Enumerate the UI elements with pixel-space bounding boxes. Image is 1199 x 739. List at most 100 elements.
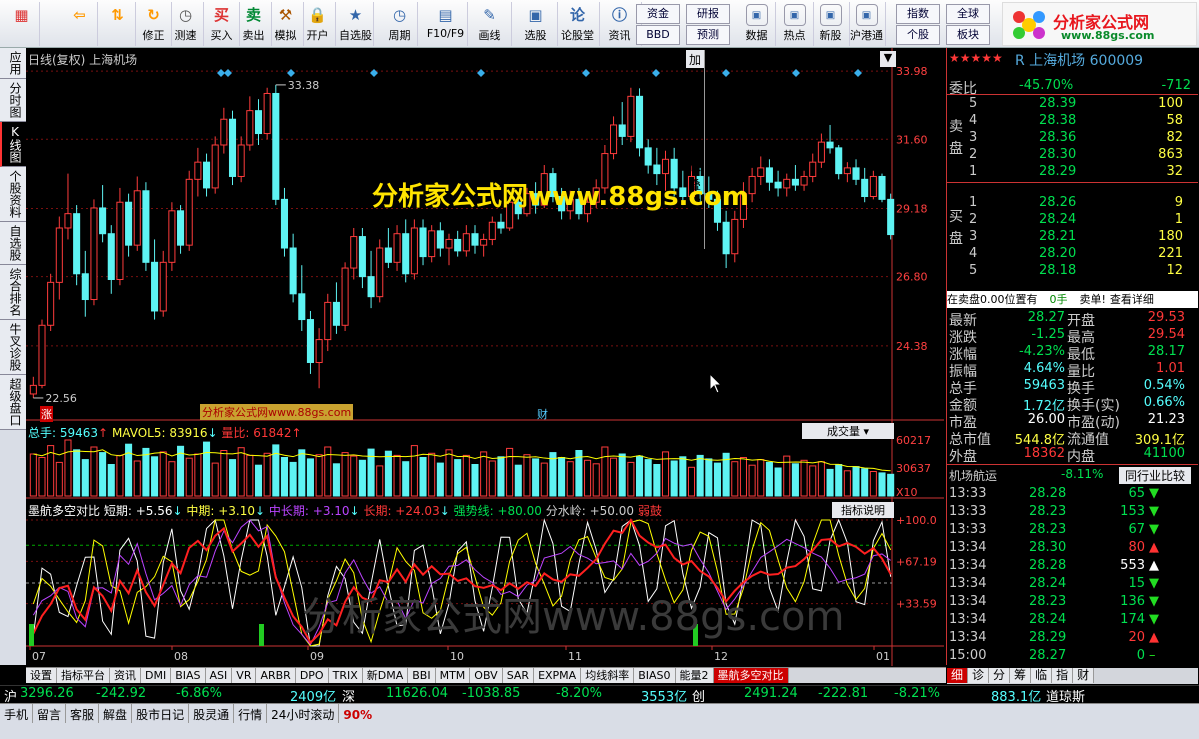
bottom-link-1[interactable]: 留言 xyxy=(33,704,67,725)
indicator-tab-7[interactable]: ARBR xyxy=(256,668,296,683)
volume-bar xyxy=(800,459,808,497)
bid-price[interactable]: 28.26 xyxy=(1039,195,1076,212)
chart-top-button-1[interactable]: 均线 xyxy=(686,103,706,139)
pe-icon: ▣ xyxy=(745,4,768,26)
left-tab-3[interactable]: 个股资料 xyxy=(0,167,26,222)
toolbar-clock-button[interactable]: ◷ 测速 xyxy=(168,2,204,46)
left-tab-0[interactable]: 应用 xyxy=(0,48,26,79)
chart-top-button-5[interactable]: 预测 xyxy=(686,213,706,249)
right-tab-6[interactable]: 财 xyxy=(1073,668,1095,683)
right-tab-3[interactable]: 筹 xyxy=(1010,668,1032,683)
ask-price[interactable]: 28.30 xyxy=(1039,147,1076,164)
toolbar-button-label: 沪港通 xyxy=(850,29,883,42)
indicator-tab-1[interactable]: 指标平台 xyxy=(57,668,110,683)
indicator-tab-10[interactable]: 新DMA xyxy=(362,668,409,683)
indicator-tab-14[interactable]: SAR xyxy=(502,668,535,683)
toolbar-star-button[interactable]: ★ 自选股 xyxy=(338,2,374,46)
bid-price[interactable]: 28.24 xyxy=(1039,212,1076,229)
ask-price[interactable]: 28.39 xyxy=(1039,96,1076,113)
ask-price[interactable]: 28.38 xyxy=(1039,113,1076,130)
toolbar-grid-button[interactable]: ▦ xyxy=(4,2,40,46)
pen-icon: ✎ xyxy=(483,6,496,24)
price-axis-label: 24.38 xyxy=(896,340,928,353)
industry-compare-button[interactable]: 同行业比较 xyxy=(1119,467,1192,484)
bid-price[interactable]: 28.21 xyxy=(1039,229,1076,246)
indicator-tab-2[interactable]: 资讯 xyxy=(110,668,141,683)
bottom-link-0[interactable]: 手机 xyxy=(0,704,34,725)
indicator-tab-13[interactable]: OBV xyxy=(470,668,503,683)
toolbar-forum-button[interactable]: 论论股堂 xyxy=(556,2,600,46)
small-button-2[interactable]: BBD xyxy=(636,25,680,45)
chevron-down-icon[interactable]: ▼ xyxy=(880,51,896,67)
toolbar-pe-button[interactable]: ▣ 数据 xyxy=(738,2,776,46)
chart-top-button-2[interactable]: 复权 xyxy=(686,139,706,175)
bottom-link-2[interactable]: 客服 xyxy=(66,704,100,725)
bottom-link-5[interactable]: 股灵通 xyxy=(189,704,235,725)
toolbar-f10-button[interactable]: ▤ F10/F9 xyxy=(424,2,468,46)
volume-bar xyxy=(185,457,193,497)
small-button-4[interactable]: 指数 xyxy=(896,4,940,24)
ask-price[interactable]: 28.29 xyxy=(1039,164,1076,181)
toolbar-pen-button[interactable]: ✎ 画线 xyxy=(468,2,512,46)
left-tab-1[interactable]: 分时图 xyxy=(0,79,26,122)
right-tab-1[interactable]: 诊 xyxy=(968,668,990,683)
indicator-tab-4[interactable]: BIAS xyxy=(171,668,206,683)
left-tab-5[interactable]: 综合排名 xyxy=(0,265,26,320)
indicator-tab-12[interactable]: MTM xyxy=(435,668,471,683)
indicator-tab-11[interactable]: BBI xyxy=(408,668,436,683)
indicator-tab-5[interactable]: ASI xyxy=(205,668,233,683)
indicator-help-button[interactable]: 指标说明 xyxy=(832,502,894,518)
toolbar-newstock-button[interactable]: ▣ 新股 xyxy=(812,2,850,46)
bottom-link-3[interactable]: 解盘 xyxy=(99,704,133,725)
bid-price[interactable]: 28.18 xyxy=(1039,263,1076,280)
view-detail-link[interactable]: 查看详细 xyxy=(1110,293,1154,306)
left-tab-6[interactable]: 牛叉诊股 xyxy=(0,320,26,375)
right-tab-5[interactable]: 指 xyxy=(1052,668,1074,683)
indicator-tab-3[interactable]: DMI xyxy=(141,668,172,683)
indicator-tab-0[interactable]: 设置 xyxy=(26,668,57,683)
toolbar-up-down-button[interactable]: ⇅ xyxy=(100,2,136,46)
bottom-link-4[interactable]: 股市日记 xyxy=(132,704,190,725)
indicator-tab-19[interactable]: 墨航多空对比 xyxy=(713,668,789,683)
small-button-7[interactable]: 板块 xyxy=(946,25,990,45)
newstock-icon: ▣ xyxy=(819,4,842,26)
left-tab-4[interactable]: 自选股 xyxy=(0,222,26,265)
right-tab-0[interactable]: 细 xyxy=(947,668,969,683)
toolbar-refresh-button[interactable]: ↻ 修正 xyxy=(136,2,172,46)
indicator-tab-8[interactable]: DPO xyxy=(295,668,329,683)
indicator-tab-15[interactable]: EXPMA xyxy=(534,668,582,683)
kline-chart[interactable]: 33.98 31.60 29.18 26.80 24.38 33.38 22.56 60217… xyxy=(26,48,944,666)
volume-dropdown[interactable]: 成交量 ▾ xyxy=(802,423,894,439)
indicator-tab-17[interactable]: BIAS0 xyxy=(634,668,676,683)
toolbar-hammer-button[interactable]: ⚒ 模拟 xyxy=(268,2,304,46)
toolbar-select-button[interactable]: ▣ 选股 xyxy=(514,2,558,46)
right-tab-4[interactable]: 临 xyxy=(1031,668,1053,683)
small-button-5[interactable]: 全球 xyxy=(946,4,990,24)
indicator-tab-16[interactable]: 均线斜率 xyxy=(581,668,635,683)
toolbar-shhk-button[interactable]: ▣ 沪港通 xyxy=(848,2,886,46)
small-button-6[interactable]: 个股 xyxy=(896,25,940,45)
down-arrow-icon: ▼ xyxy=(1149,576,1159,591)
left-tab-7[interactable]: 超级盘口 xyxy=(0,375,26,430)
small-button-3[interactable]: 预测 xyxy=(686,25,730,45)
chart-top-button-0[interactable]: 加自选 xyxy=(686,50,706,103)
small-button-0[interactable]: 资金 xyxy=(636,4,680,24)
right-tab-2[interactable]: 分 xyxy=(989,668,1011,683)
left-tab-2[interactable]: K线图 xyxy=(0,122,26,167)
toolbar-hot-button[interactable]: ▣ 热点 xyxy=(776,2,814,46)
indicator-tab-18[interactable]: 能量2 xyxy=(675,668,714,683)
toolbar-buy-button[interactable]: 买买入 xyxy=(204,2,240,46)
bottom-link-6[interactable]: 行情 xyxy=(234,704,268,725)
indicator-tab-9[interactable]: TRIX xyxy=(328,668,363,683)
toolbar-clock-button[interactable]: ◷ 周期 xyxy=(382,2,418,46)
bid-price[interactable]: 28.20 xyxy=(1039,246,1076,263)
toolbar-sell-button[interactable]: 卖卖出 xyxy=(236,2,272,46)
toolbar-back-arrow-button[interactable]: ⇦ xyxy=(62,2,98,46)
bottom-link-7[interactable]: 24小时滚动 xyxy=(267,704,340,725)
toolbar-lock-button[interactable]: 🔒 开户 xyxy=(300,2,336,46)
ask-price[interactable]: 28.36 xyxy=(1039,130,1076,147)
volume-bar xyxy=(653,464,661,497)
tick-time: 13:33 xyxy=(949,486,987,501)
small-button-1[interactable]: 研报 xyxy=(686,4,730,24)
indicator-tab-6[interactable]: VR xyxy=(232,668,257,683)
